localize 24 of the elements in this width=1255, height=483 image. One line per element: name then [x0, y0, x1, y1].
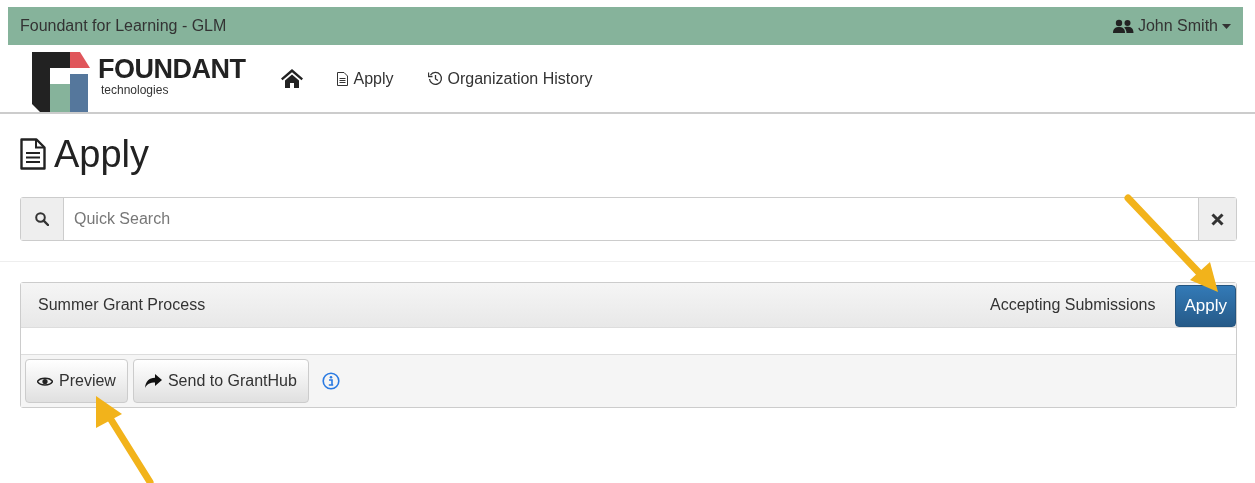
close-icon [1211, 212, 1224, 226]
info-icon [321, 372, 340, 390]
history-icon [427, 71, 443, 86]
share-arrow-icon [144, 374, 162, 388]
home-icon [281, 69, 304, 88]
history-link[interactable]: Organization History [427, 65, 593, 92]
app-title: Foundant for Learning - GLM [20, 17, 227, 35]
send-button[interactable]: Send to GrantHub [132, 359, 309, 403]
apply-link[interactable]: Apply [337, 65, 394, 92]
users-icon [1111, 19, 1134, 33]
user-menu[interactable]: John Smith [1111, 17, 1231, 35]
search-icon [35, 212, 49, 226]
clear-button[interactable] [1198, 198, 1236, 240]
caret-icon [1222, 23, 1231, 29]
logo-name: FOUNDANT [98, 53, 246, 84]
page-heading: Apply [54, 132, 150, 176]
logo-tagline: technologies [101, 83, 170, 96]
process-title: Summer Grant Process [38, 296, 206, 314]
process-status: Accepting Submissions [990, 296, 1156, 314]
preview-button[interactable]: Preview [25, 359, 128, 403]
document-icon [337, 71, 349, 86]
document-icon [20, 138, 46, 170]
apply-button[interactable]: Apply [1175, 284, 1236, 327]
eye-icon [37, 375, 53, 387]
